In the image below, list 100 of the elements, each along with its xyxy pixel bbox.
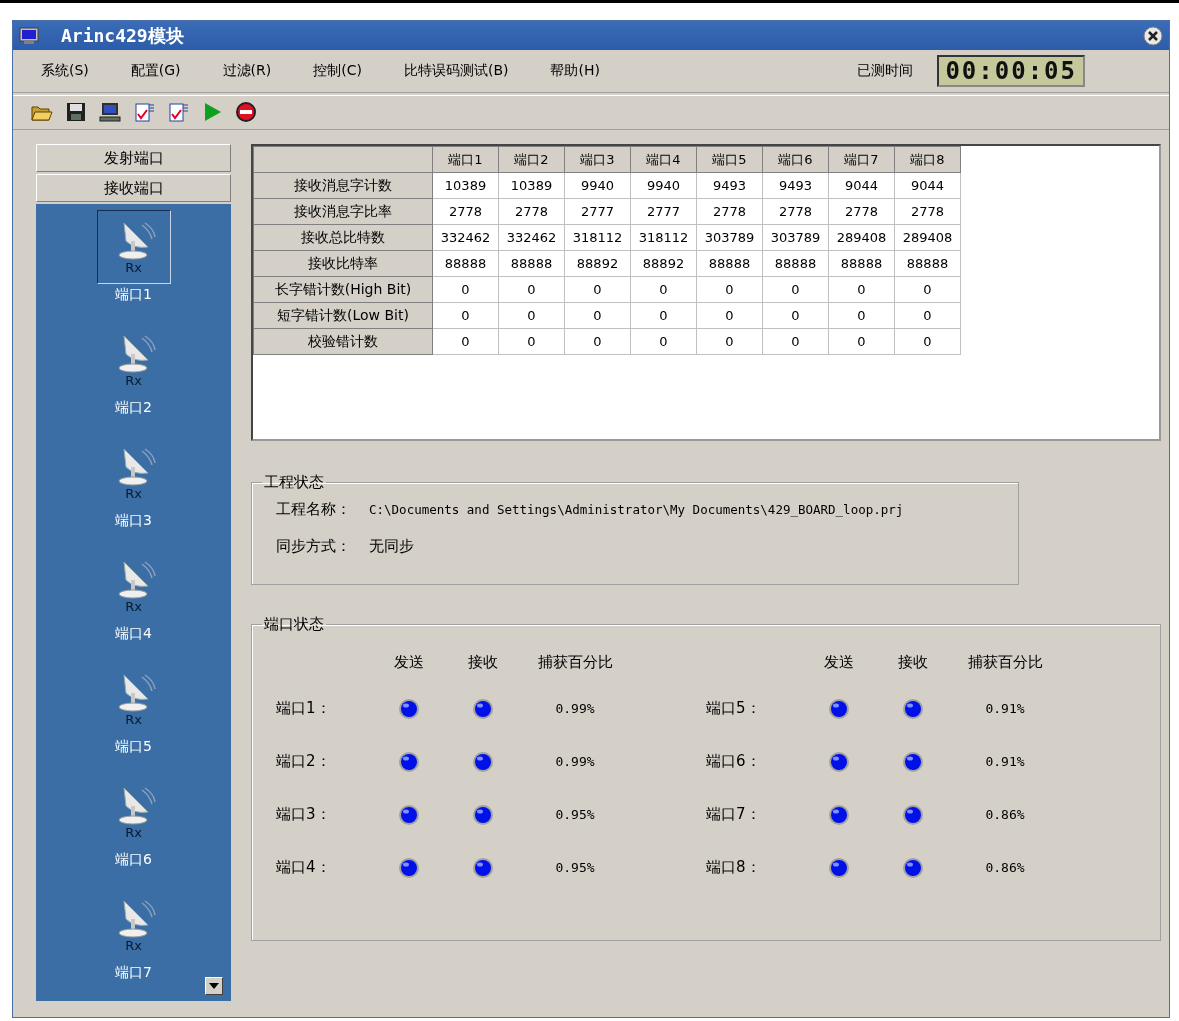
app-monitor-icon — [19, 26, 39, 45]
row-header: 接收总比特数 — [253, 224, 433, 251]
elapsed-timer: 00:00:05 — [937, 55, 1085, 88]
table-cell: 9940 — [564, 172, 631, 199]
table-cell: 2778 — [498, 198, 565, 225]
port-label: 端口2： — [276, 751, 332, 772]
group-title: 端口状态 — [263, 615, 325, 634]
table-cell: 88888 — [828, 250, 895, 277]
table-cell: 0 — [696, 302, 763, 329]
table-cell: 9044 — [828, 172, 895, 199]
rx-label: Rx — [125, 486, 142, 500]
table-cell: 88888 — [498, 250, 565, 277]
port-label: 端口8： — [706, 857, 762, 878]
table-cell: 0 — [564, 302, 631, 329]
menu-item[interactable]: 帮助(H) — [550, 62, 600, 81]
save-icon[interactable] — [65, 101, 87, 124]
column-header: 端口8 — [894, 146, 961, 173]
field-label: 同步方式： — [276, 537, 351, 556]
table-cell: 2778 — [696, 198, 763, 225]
port-label: 端口1 — [115, 286, 152, 304]
table-cell: 0 — [894, 328, 961, 355]
port-label: 端口1： — [276, 698, 332, 719]
row-header: 校验错计数 — [253, 328, 433, 355]
table-cell: 9940 — [630, 172, 697, 199]
section-button[interactable]: 接收端口 — [36, 174, 231, 202]
rx-label: Rx — [125, 712, 142, 726]
caret-icon — [209, 983, 219, 989]
menu-item[interactable]: 控制(C) — [313, 62, 362, 81]
port-label: 端口4 — [115, 625, 152, 643]
section-button[interactable]: 发射端口 — [36, 144, 231, 172]
table-cell: 289408 — [828, 224, 895, 251]
table-cell: 88888 — [894, 250, 961, 277]
table-cell: 0 — [432, 302, 499, 329]
table-cell: 0 — [432, 276, 499, 303]
port-label: 端口5： — [706, 698, 762, 719]
table-cell: 0 — [498, 276, 565, 303]
port-label: 端口3 — [115, 512, 152, 530]
table-cell: 303789 — [696, 224, 763, 251]
table-cell: 0 — [630, 276, 697, 303]
close-icon[interactable] — [1143, 25, 1163, 46]
menu-item[interactable]: 过滤(R) — [222, 62, 272, 81]
table-cell: 88888 — [696, 250, 763, 277]
stop-icon[interactable] — [235, 101, 257, 124]
table-cell: 0 — [762, 302, 829, 329]
table-cell: 332462 — [498, 224, 565, 251]
field-value: 无同步 — [369, 537, 414, 556]
column-header: 端口4 — [630, 146, 697, 173]
row-header: 接收消息字比率 — [253, 198, 433, 225]
table-cell: 0 — [696, 276, 763, 303]
capture-percent: 0.86% — [984, 860, 1026, 875]
field-label: 工程名称： — [276, 500, 351, 519]
table-cell: 0 — [564, 276, 631, 303]
table-cell: 0 — [432, 328, 499, 355]
table-cell: 2778 — [828, 198, 895, 225]
group-title: 工程状态 — [263, 473, 325, 492]
table-cell: 0 — [828, 328, 895, 355]
table-cell: 9493 — [762, 172, 829, 199]
column-header: 接收 — [897, 652, 929, 673]
table-cell: 0 — [762, 276, 829, 303]
computer-icon[interactable] — [99, 101, 121, 124]
table-cell: 88888 — [762, 250, 829, 277]
column-header: 端口5 — [696, 146, 763, 173]
rx-label: Rx — [125, 825, 142, 839]
column-header: 端口1 — [432, 146, 499, 173]
column-header: 发送 — [393, 652, 425, 673]
column-header: 端口6 — [762, 146, 829, 173]
table-cell: 10389 — [498, 172, 565, 199]
table-cell: 2778 — [894, 198, 961, 225]
capture-percent: 0.95% — [554, 807, 596, 822]
table-cell: 289408 — [894, 224, 961, 251]
document-check-icon[interactable] — [167, 101, 189, 124]
menu-item[interactable]: 比特误码测试(B) — [403, 62, 509, 81]
menu-item[interactable]: 配置(G) — [130, 62, 181, 81]
table-cell: 0 — [762, 328, 829, 355]
window-title: Arinc429模块 — [61, 23, 185, 48]
table-cell: 2777 — [630, 198, 697, 225]
column-header: 捕获百分比 — [536, 652, 614, 673]
column-header: 端口3 — [564, 146, 631, 173]
table-cell: 2778 — [762, 198, 829, 225]
table-cell: 318112 — [630, 224, 697, 251]
capture-percent: 0.95% — [554, 860, 596, 875]
document-check-icon[interactable] — [133, 101, 155, 124]
menu-item[interactable]: 系统(S) — [41, 62, 89, 81]
capture-percent: 0.99% — [554, 754, 596, 769]
port-label: 端口7： — [706, 804, 762, 825]
capture-percent: 0.86% — [984, 807, 1026, 822]
capture-percent: 0.91% — [984, 701, 1026, 716]
table-cell: 332462 — [432, 224, 499, 251]
port-label: 端口4： — [276, 857, 332, 878]
port-label: 端口6： — [706, 751, 762, 772]
table-cell: 0 — [696, 328, 763, 355]
row-header: 长字错计数(High Bit) — [253, 276, 433, 303]
table-cell: 0 — [630, 328, 697, 355]
port-label: 端口3： — [276, 804, 332, 825]
column-header: 端口7 — [828, 146, 895, 173]
table-cell: 0 — [498, 302, 565, 329]
scroll-down-button[interactable] — [205, 977, 223, 995]
row-header: 短字错计数(Low Bit) — [253, 302, 433, 329]
table-cell: 0 — [564, 328, 631, 355]
row-header: 接收消息字计数 — [253, 172, 433, 199]
